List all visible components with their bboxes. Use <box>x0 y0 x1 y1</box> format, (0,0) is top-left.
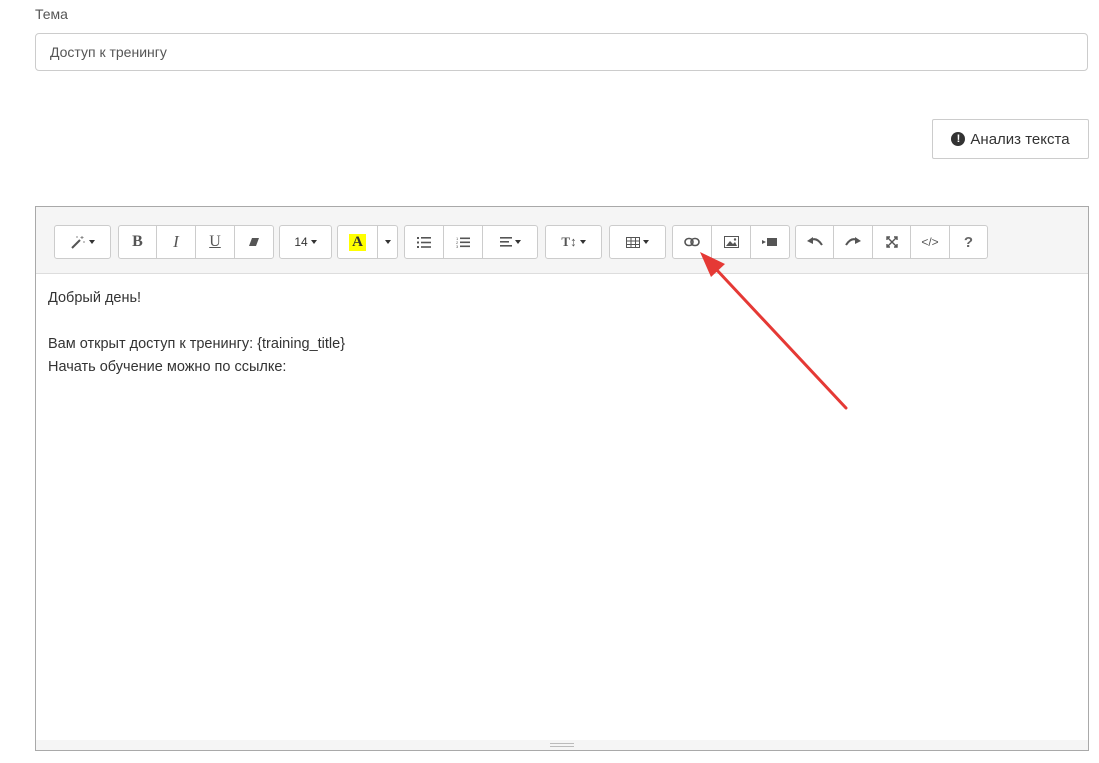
eraser-icon <box>249 238 259 246</box>
font-size-dropdown[interactable]: 14 <box>279 225 332 259</box>
code-view-icon: </> <box>921 235 939 249</box>
font-style-group: B I U <box>118 225 274 259</box>
align-dropdown[interactable] <box>482 225 538 259</box>
paragraph-group: 1 2 3 <box>404 225 538 259</box>
table-icon <box>626 236 640 248</box>
ordered-list-button[interactable]: 1 2 3 <box>443 225 483 259</box>
table-group <box>609 225 666 259</box>
bold-button[interactable]: B <box>118 225 157 259</box>
code-view-button[interactable]: </> <box>910 225 950 259</box>
misc-group: </> ? <box>795 225 988 259</box>
text-height-dropdown[interactable]: T↕ <box>545 225 602 259</box>
italic-button[interactable]: I <box>156 225 196 259</box>
color-dropdown[interactable] <box>377 225 398 259</box>
clear-format-button[interactable] <box>234 225 274 259</box>
redo-icon <box>845 237 861 246</box>
editor-line <box>48 310 1076 333</box>
exclamation-circle-icon: ! <box>951 132 966 146</box>
link-button[interactable] <box>672 225 712 259</box>
underline-button[interactable]: U <box>195 225 235 259</box>
highlight-color-icon: A <box>349 233 366 251</box>
style-dropdown[interactable] <box>54 225 111 259</box>
highlight-color-button[interactable]: A <box>337 225 378 259</box>
underline-icon: U <box>209 233 221 250</box>
analyze-text-button[interactable]: ! Анализ текста <box>932 119 1089 159</box>
editor-resize-handle[interactable] <box>36 740 1088 750</box>
color-group: A <box>337 225 398 259</box>
font-size-group: 14 <box>279 225 332 259</box>
video-button[interactable] <box>750 225 790 259</box>
fullscreen-icon <box>885 236 898 248</box>
italic-icon: I <box>173 232 179 251</box>
editor-line: Начать обучение можно по ссылке: <box>48 359 287 375</box>
insert-group <box>672 225 790 259</box>
text-height-icon: T↕ <box>561 234 577 249</box>
text-height-group: T↕ <box>545 225 602 259</box>
undo-icon <box>806 237 823 246</box>
help-icon: ? <box>963 233 974 251</box>
image-icon <box>723 236 739 248</box>
unordered-list-icon <box>417 236 431 248</box>
unordered-list-button[interactable] <box>404 225 444 259</box>
rich-text-editor: B I U 14 A 1 2 3 T↕ </> ? Добрый день! В… <box>35 206 1089 751</box>
font-size-value: 14 <box>294 235 308 249</box>
resize-grip-icon <box>550 743 574 747</box>
undo-button[interactable] <box>795 225 834 259</box>
magic-wand-icon <box>71 236 85 249</box>
redo-button[interactable] <box>833 225 873 259</box>
editor-line: Добрый день! <box>48 290 142 306</box>
bold-icon: B <box>132 233 143 250</box>
ordered-list-icon: 1 2 3 <box>456 236 470 248</box>
link-icon <box>684 237 700 247</box>
subject-input[interactable] <box>35 33 1088 71</box>
analyze-text-label: Анализ текста <box>970 130 1070 148</box>
align-icon <box>499 237 512 247</box>
subject-label: Тема <box>35 6 68 22</box>
fullscreen-button[interactable] <box>872 225 911 259</box>
editor-content[interactable]: Добрый день! Вам открыт доступ к тренинг… <box>48 287 1076 379</box>
table-dropdown[interactable] <box>609 225 666 259</box>
image-button[interactable] <box>711 225 751 259</box>
svg-text:3: 3 <box>456 244 459 248</box>
style-group <box>54 225 111 259</box>
video-icon <box>762 238 777 246</box>
editor-toolbar: B I U 14 A 1 2 3 T↕ </> ? <box>36 207 1088 274</box>
help-button[interactable]: ? <box>949 225 988 259</box>
editor-line: Вам открыт доступ к тренингу: {training_… <box>48 336 346 352</box>
